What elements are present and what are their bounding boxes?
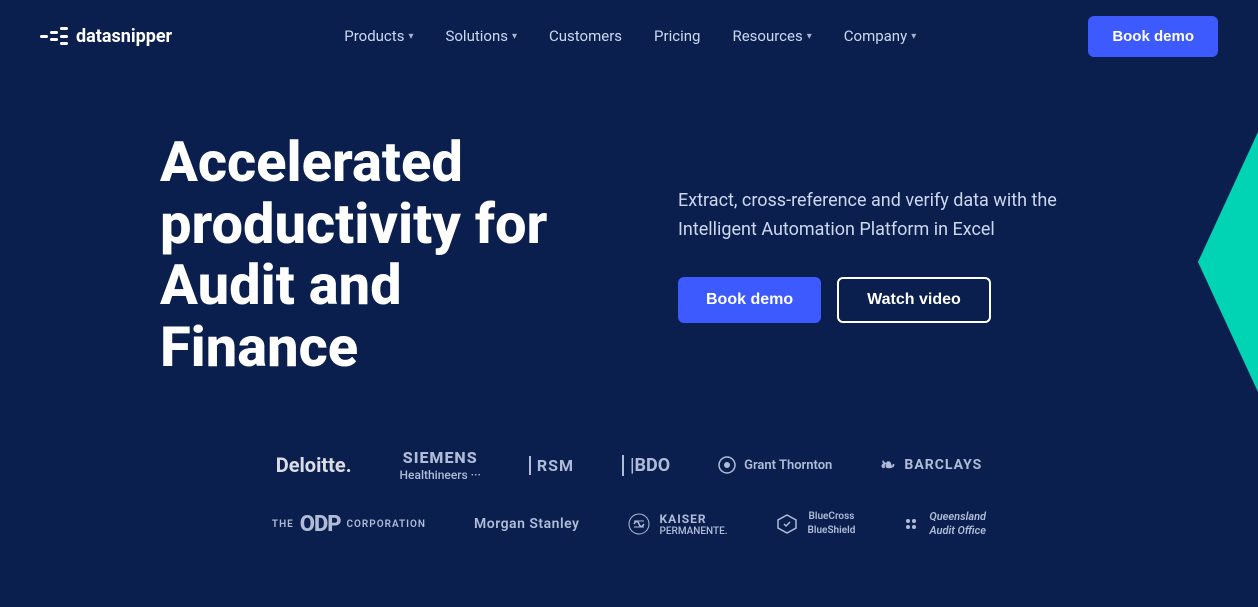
barclays-logo: ❧BARCLAYS [880, 455, 982, 476]
hero-buttons: Book demo Watch video [678, 277, 1098, 323]
morgan-stanley-logo: Morgan Stanley [474, 516, 580, 532]
siemens-logo: SIEMENS Healthineers ··· [400, 448, 481, 482]
kaiser-permanente-logo: KAISER PERMANENTE. [628, 512, 728, 537]
hero-title: Accelerated productivity for Audit and F… [160, 132, 598, 378]
grant-thornton-logo: Grant Thornton [718, 456, 832, 474]
navbar: datasnipper Products ▾ Solutions ▾ Custo… [0, 0, 1258, 72]
odp-logo: THE ODP CORPORATION [272, 512, 426, 537]
brand-name: datasnipper [76, 26, 172, 47]
nav-resources[interactable]: Resources ▾ [732, 27, 811, 45]
hero-watch-video-button[interactable]: Watch video [837, 277, 991, 323]
hero-subtitle: Extract, cross-reference and verify data… [678, 187, 1058, 245]
nav-book-demo-button[interactable]: Book demo [1088, 16, 1218, 57]
nav-links: Products ▾ Solutions ▾ Customers Pricing… [344, 27, 916, 45]
chevron-down-icon: ▾ [408, 31, 413, 42]
teal-accent-decoration [1198, 132, 1258, 392]
logos-row-2: THE ODP CORPORATION Morgan Stanley KAISE… [80, 510, 1178, 539]
hero-book-demo-button[interactable]: Book demo [678, 277, 821, 323]
nav-products[interactable]: Products ▾ [344, 27, 413, 45]
rsm-logo: RSM [529, 456, 574, 475]
nav-company[interactable]: Company ▾ [844, 27, 916, 45]
chevron-down-icon: ▾ [807, 31, 812, 42]
hero-left: Accelerated productivity for Audit and F… [160, 132, 598, 378]
deloitte-logo: Deloitte. [276, 453, 352, 477]
nav-pricing[interactable]: Pricing [654, 27, 700, 45]
logos-section: Deloitte. SIEMENS Healthineers ··· RSM |… [0, 428, 1258, 606]
bdo-logo: |BDO [622, 455, 670, 476]
hero-section: Accelerated productivity for Audit and F… [0, 72, 1258, 428]
brand-logo[interactable]: datasnipper [40, 25, 172, 47]
chevron-down-icon: ▾ [911, 31, 916, 42]
logos-row-1: Deloitte. SIEMENS Healthineers ··· RSM |… [80, 448, 1178, 482]
nav-customers[interactable]: Customers [549, 27, 622, 45]
bluecross-blueshield-logo: BlueCross BlueShield [776, 510, 856, 538]
hero-right: Extract, cross-reference and verify data… [678, 187, 1098, 323]
nav-solutions[interactable]: Solutions ▾ [445, 27, 517, 45]
queensland-audit-office-logo: Queensland Audit Office [903, 510, 986, 539]
chevron-down-icon: ▾ [512, 31, 517, 42]
